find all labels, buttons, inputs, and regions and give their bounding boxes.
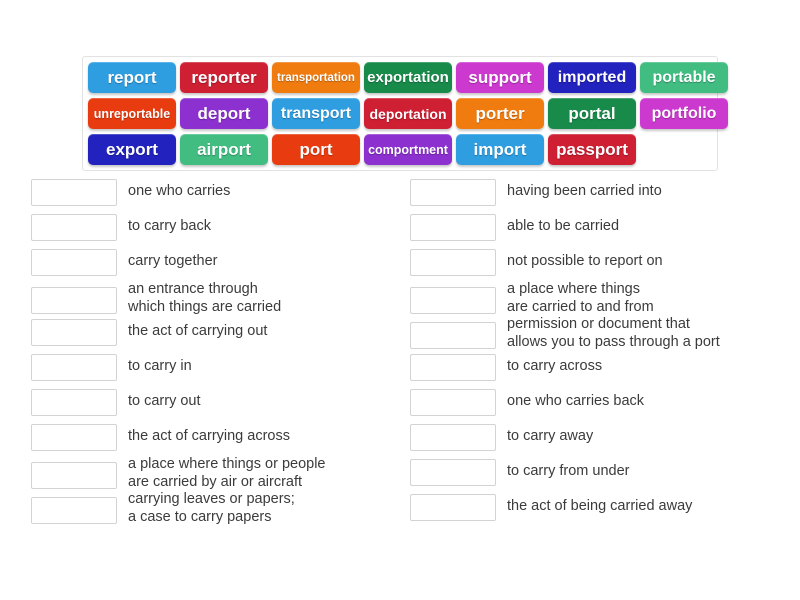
answer-drop-box-right-10[interactable] xyxy=(410,494,496,521)
answer-drop-box-left-4[interactable] xyxy=(31,287,117,314)
word-bank-row: export airport port comportment import passpo… xyxy=(88,134,713,165)
answer-drop-box-right-6[interactable] xyxy=(410,354,496,381)
definition-text: a place where things or people are carri… xyxy=(128,456,326,490)
word-tile-passport[interactable]: passport xyxy=(548,134,636,165)
definition-text: a place where things are carried to and … xyxy=(507,281,654,315)
definition-text: to carry in xyxy=(128,358,192,374)
definition-text: to carry away xyxy=(507,428,594,444)
definition-text: having been carried into xyxy=(507,183,662,199)
definition-row: an entrance through which things are car… xyxy=(31,281,401,316)
word-tile-transportation[interactable]: transportation xyxy=(272,62,360,93)
definition-text: to carry across xyxy=(507,358,603,374)
answer-drop-box-left-9[interactable] xyxy=(31,462,117,489)
word-tile-import[interactable]: import xyxy=(456,134,544,165)
definition-row: to carry from under xyxy=(410,456,790,491)
word-tile-porter[interactable]: porter xyxy=(456,98,544,129)
word-tile-export[interactable]: export xyxy=(88,134,176,165)
definition-text: the act of being carried away xyxy=(507,498,693,514)
definition-row: one who carries back xyxy=(410,386,790,421)
definition-row: one who carries xyxy=(31,176,401,211)
answer-drop-box-right-1[interactable] xyxy=(410,179,496,206)
word-tile-portal[interactable]: portal xyxy=(548,98,636,129)
word-tile-reporter[interactable]: reporter xyxy=(180,62,268,93)
word-tile-port[interactable]: port xyxy=(272,134,360,165)
word-bank-row: report reporter transportation exportation s… xyxy=(88,62,728,98)
answer-drop-box-left-1[interactable] xyxy=(31,179,117,206)
word-tile-support[interactable]: support xyxy=(456,62,544,93)
word-tile-portable[interactable]: portable xyxy=(640,62,728,93)
definition-text: an entrance through which things are car… xyxy=(128,281,282,315)
definition-row: having been carried into xyxy=(410,176,790,211)
definition-text: not possible to report on xyxy=(507,253,663,269)
word-bank: report reporter transportation exportation s… xyxy=(82,56,728,171)
definition-text: one who carries back xyxy=(507,393,645,409)
definition-row: the act of carrying out xyxy=(31,316,401,351)
word-tile-exportation[interactable]: exportation xyxy=(364,62,452,93)
definition-text: able to be carried xyxy=(507,218,620,234)
definition-row: a place where things or people are carri… xyxy=(31,456,401,491)
definition-text: one who carries xyxy=(128,183,231,199)
answer-drop-box-left-3[interactable] xyxy=(31,249,117,276)
definition-text: to carry back xyxy=(128,218,211,234)
answer-drop-box-right-5[interactable] xyxy=(410,322,496,349)
answer-drop-box-right-3[interactable] xyxy=(410,249,496,276)
definition-text: carrying leaves or papers; a case to car… xyxy=(128,491,295,525)
definition-row: the act of carrying across xyxy=(31,421,401,456)
definition-row: to carry back xyxy=(31,211,401,246)
definitions-column-left: one who carries to carry back carry togeth… xyxy=(31,176,401,526)
answer-drop-box-right-8[interactable] xyxy=(410,424,496,451)
word-tile-airport[interactable]: airport xyxy=(180,134,268,165)
word-tile-report[interactable]: report xyxy=(88,62,176,93)
word-bank-row: unreportable deport transport deportation po… xyxy=(88,98,728,134)
answer-drop-box-right-7[interactable] xyxy=(410,389,496,416)
definition-row: not possible to report on xyxy=(410,246,790,281)
definition-text: to carry from under xyxy=(507,463,630,479)
answer-drop-box-left-5[interactable] xyxy=(31,319,117,346)
answer-drop-box-left-2[interactable] xyxy=(31,214,117,241)
answer-drop-box-left-7[interactable] xyxy=(31,389,117,416)
word-tile-comportment[interactable]: comportment xyxy=(364,134,452,165)
answer-drop-box-left-10[interactable] xyxy=(31,497,117,524)
definition-row: able to be carried xyxy=(410,211,790,246)
definition-text: permission or document that allows you t… xyxy=(507,316,720,350)
definition-row: to carry in xyxy=(31,351,401,386)
word-tile-deport[interactable]: deport xyxy=(180,98,268,129)
definition-row: the act of being carried away xyxy=(410,491,790,526)
definition-row: permission or document that allows you t… xyxy=(410,316,790,351)
word-tile-transport[interactable]: transport xyxy=(272,98,360,129)
answer-drop-box-left-6[interactable] xyxy=(31,354,117,381)
definition-text: the act of carrying across xyxy=(128,428,290,444)
word-tile-deportation[interactable]: deportation xyxy=(364,98,452,129)
answer-drop-box-right-2[interactable] xyxy=(410,214,496,241)
word-tile-imported[interactable]: imported xyxy=(548,62,636,93)
definition-row: carrying leaves or papers; a case to car… xyxy=(31,491,401,526)
definition-row: carry together xyxy=(31,246,401,281)
answer-drop-box-left-8[interactable] xyxy=(31,424,117,451)
definition-row: a place where things are carried to and … xyxy=(410,281,790,316)
definition-row: to carry across xyxy=(410,351,790,386)
definitions-column-right: having been carried into able to be carri… xyxy=(410,176,790,526)
answer-drop-box-right-4[interactable] xyxy=(410,287,496,314)
definition-row: to carry out xyxy=(31,386,401,421)
answer-drop-box-right-9[interactable] xyxy=(410,459,496,486)
word-tile-unreportable[interactable]: unreportable xyxy=(88,98,176,129)
definition-text: to carry out xyxy=(128,393,201,409)
definition-text: carry together xyxy=(128,253,218,269)
definition-text: the act of carrying out xyxy=(128,323,268,339)
word-tile-portfolio[interactable]: portfolio xyxy=(640,98,728,129)
definition-row: to carry away xyxy=(410,421,790,456)
